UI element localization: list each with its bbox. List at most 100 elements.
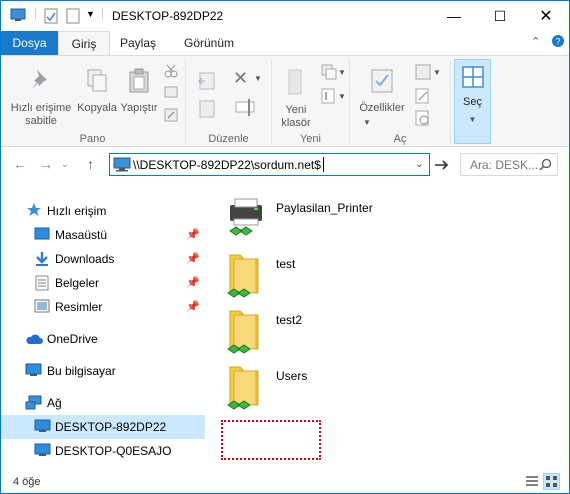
nav-item-host-desktop-892dp22[interactable]: DESKTOP-892DP22 <box>1 415 205 439</box>
easy-access-icon[interactable] <box>321 88 337 107</box>
move-to-icon[interactable] <box>197 70 219 95</box>
forward-arrow-icon[interactable]: → <box>39 156 53 172</box>
nav-item-desktop[interactable]: Masaüstü 📌 <box>1 223 205 247</box>
search-placeholder: Ara: DESK... <box>470 158 539 172</box>
paste-icon <box>117 68 161 98</box>
cut-icon[interactable] <box>164 64 178 81</box>
explorer-window: | ▼ | DESKTOP-892DP22 — ☐ ✕ Dosya Giriş … <box>0 0 570 494</box>
rename-icon[interactable] <box>235 98 257 121</box>
minimize-button[interactable]: — <box>431 1 477 31</box>
nav-label-onedrive: OneDrive <box>47 332 98 346</box>
nav-item-quick-access[interactable]: Hızlı erişim <box>1 199 205 223</box>
delete-dropdown-icon[interactable]: ▼ <box>254 74 262 83</box>
selection-rectangle <box>221 420 321 460</box>
copy-path-icon[interactable] <box>164 86 178 101</box>
history-icon[interactable] <box>415 110 431 129</box>
pictures-icon <box>34 299 50 316</box>
search-icon <box>539 158 552 174</box>
tab-file[interactable]: Dosya <box>1 31 58 55</box>
text-caret <box>323 157 324 172</box>
nav-item-host-desktop-q0esajo[interactable]: DESKTOP-Q0ESAJO <box>1 439 205 463</box>
paste-button[interactable]: Yapıştır <box>117 68 161 115</box>
explorer-app-icon[interactable] <box>10 8 26 25</box>
ribbon: Hızlı erişime sabitle Kopyala Yapıştır P… <box>1 55 569 147</box>
network-icon <box>25 395 42 414</box>
tab-view[interactable]: Görünüm <box>173 31 245 55</box>
nav-item-documents[interactable]: Belgeler 📌 <box>1 271 205 295</box>
pin-icon <box>5 68 77 98</box>
select-label: Seç <box>463 96 482 108</box>
group-separator <box>450 60 451 144</box>
address-path: \\DESKTOP-892DP22\sordum.net$ <box>133 158 321 172</box>
separator-icon: | <box>101 6 105 20</box>
chevron-up-icon[interactable]: ⌃ <box>531 35 540 48</box>
properties-label: Özellikler <box>359 102 405 114</box>
select-button[interactable]: Seç ▼ <box>454 66 491 126</box>
navigation-pane: Hızlı erişim Masaüstü 📌 Downloads 📌 Belg… <box>1 189 206 469</box>
easy-access-dropdown-icon[interactable]: ▼ <box>338 92 346 101</box>
nav-label-quick-access: Hızlı erişim <box>47 204 107 218</box>
large-icons-view-icon[interactable] <box>543 473 560 490</box>
open-dropdown-icon[interactable]: ▼ <box>433 68 441 77</box>
close-button[interactable]: ✕ <box>523 1 569 31</box>
list-item-folder-test2[interactable]: test2 <box>214 303 514 359</box>
search-box[interactable]: Ara: DESK... <box>460 153 558 176</box>
nav-item-network[interactable]: Ağ <box>1 391 205 415</box>
new-folder-quick-icon[interactable] <box>66 8 80 27</box>
list-item-folder-test[interactable]: test <box>214 247 514 303</box>
nav-item-pictures[interactable]: Resimler 📌 <box>1 295 205 319</box>
status-bar: 4 öğe <box>1 471 569 493</box>
address-bar[interactable]: \\DESKTOP-892DP22\sordum.net$ ⌄ <box>109 153 430 176</box>
paste-label: Yapıştır <box>120 102 158 114</box>
back-arrow-icon[interactable]: ← <box>13 156 27 172</box>
properties-button[interactable]: Özellikler <box>353 68 411 115</box>
go-arrow-icon[interactable] <box>434 158 450 172</box>
navigation-bar: ← → ⌄ ↑ \\DESKTOP-892DP22\sordum.net$ ⌄ … <box>1 149 569 181</box>
file-list: Paylasilan_Printer test test2 Users <box>214 189 564 469</box>
star-icon <box>26 202 42 221</box>
file-name: test2 <box>276 313 303 327</box>
delete-icon[interactable]: ✕ <box>233 68 248 89</box>
up-arrow-icon[interactable]: ↑ <box>87 156 94 172</box>
title-bar: | ▼ | DESKTOP-892DP22 — ☐ ✕ <box>1 1 569 31</box>
new-folder-button[interactable]: Yeni klasör <box>273 68 319 130</box>
nav-item-onedrive[interactable]: OneDrive <box>1 327 205 351</box>
group-label-organize: Düzenle <box>208 133 249 145</box>
open-icon[interactable] <box>415 64 431 83</box>
select-grid-icon <box>454 66 491 92</box>
paste-shortcut-icon[interactable] <box>164 108 178 125</box>
details-view-icon[interactable] <box>525 475 539 491</box>
help-icon[interactable]: ? <box>551 34 565 51</box>
onedrive-cloud-icon <box>25 333 43 348</box>
maximize-button[interactable]: ☐ <box>477 1 523 31</box>
separator-icon: | <box>34 6 38 20</box>
properties-quick-icon[interactable] <box>44 8 58 27</box>
pin-icon: 📌 <box>186 253 200 265</box>
new-item-icon[interactable] <box>321 64 337 83</box>
copy-label: Kopyala <box>77 102 117 114</box>
item-count: 4 öğe <box>13 476 41 488</box>
properties-dropdown-icon[interactable]: ▼ <box>363 118 371 127</box>
nav-item-this-pc[interactable]: Bu bilgisayar <box>1 359 205 383</box>
edit-icon[interactable] <box>415 88 431 107</box>
svg-text:?: ? <box>556 37 561 47</box>
group-label-new: Yeni <box>299 133 321 145</box>
list-item-folder-users[interactable]: Users <box>214 359 514 415</box>
list-item-printer[interactable]: Paylasilan_Printer <box>214 191 514 247</box>
tab-share[interactable]: Paylaş <box>113 31 163 55</box>
customize-dropdown-icon[interactable]: ▼ <box>86 9 95 19</box>
address-dropdown-icon[interactable]: ⌄ <box>415 157 424 170</box>
recent-locations-icon[interactable]: ⌄ <box>61 159 69 170</box>
new-item-dropdown-icon[interactable]: ▼ <box>338 68 346 77</box>
new-folder-icon <box>273 68 319 100</box>
pin-quick-access-button[interactable]: Hızlı erişime sabitle <box>5 68 77 128</box>
group-label-open: Aç <box>393 133 407 145</box>
tab-home[interactable]: Giriş <box>58 31 110 56</box>
group-separator <box>185 60 186 144</box>
computer-icon <box>25 363 42 381</box>
properties-icon <box>353 68 411 98</box>
nav-item-downloads[interactable]: Downloads 📌 <box>1 247 205 271</box>
copy-button[interactable]: Kopyala <box>75 68 119 115</box>
copy-to-icon[interactable] <box>197 98 219 123</box>
shared-folder-icon <box>224 363 268 416</box>
